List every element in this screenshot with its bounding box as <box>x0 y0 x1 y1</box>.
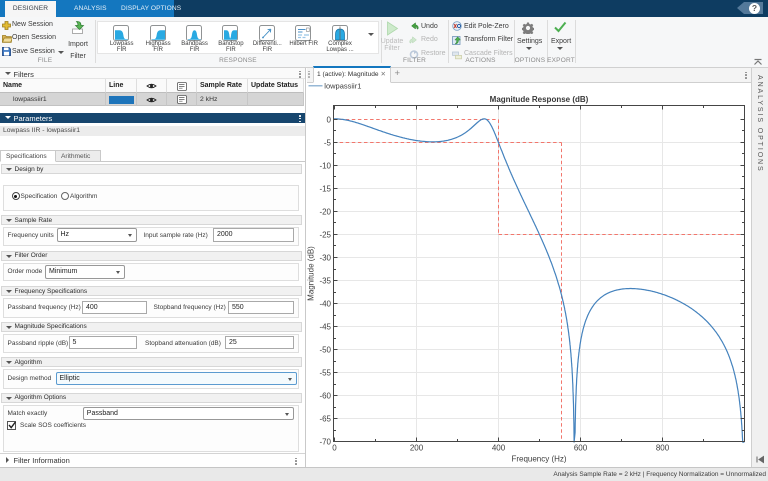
svg-text:-50: -50 <box>319 345 331 354</box>
svg-text:-30: -30 <box>319 253 331 262</box>
svg-text:0: 0 <box>327 115 332 124</box>
svg-text:800: 800 <box>656 444 670 453</box>
svg-text:-40: -40 <box>319 299 331 308</box>
svg-text:200: 200 <box>410 444 424 453</box>
svg-text:Magnitude (dB): Magnitude (dB) <box>307 246 316 301</box>
svg-text:-25: -25 <box>319 230 331 239</box>
svg-text:-5: -5 <box>324 138 332 147</box>
svg-text:-35: -35 <box>319 276 331 285</box>
svg-text:-65: -65 <box>319 414 331 423</box>
svg-text:-15: -15 <box>319 184 331 193</box>
svg-text:0: 0 <box>332 444 337 453</box>
svg-text:lowpassiir1: lowpassiir1 <box>324 82 361 91</box>
svg-text:600: 600 <box>574 444 588 453</box>
svg-text:-20: -20 <box>319 207 331 216</box>
svg-text:-60: -60 <box>319 391 331 400</box>
svg-text:-55: -55 <box>319 368 331 377</box>
svg-text:-45: -45 <box>319 322 331 331</box>
svg-text:Frequency (Hz): Frequency (Hz) <box>511 455 566 464</box>
svg-text:400: 400 <box>492 444 506 453</box>
svg-text:-70: -70 <box>319 437 331 446</box>
svg-text:-10: -10 <box>319 161 331 170</box>
svg-text:Magnitude Response (dB): Magnitude Response (dB) <box>490 95 589 104</box>
